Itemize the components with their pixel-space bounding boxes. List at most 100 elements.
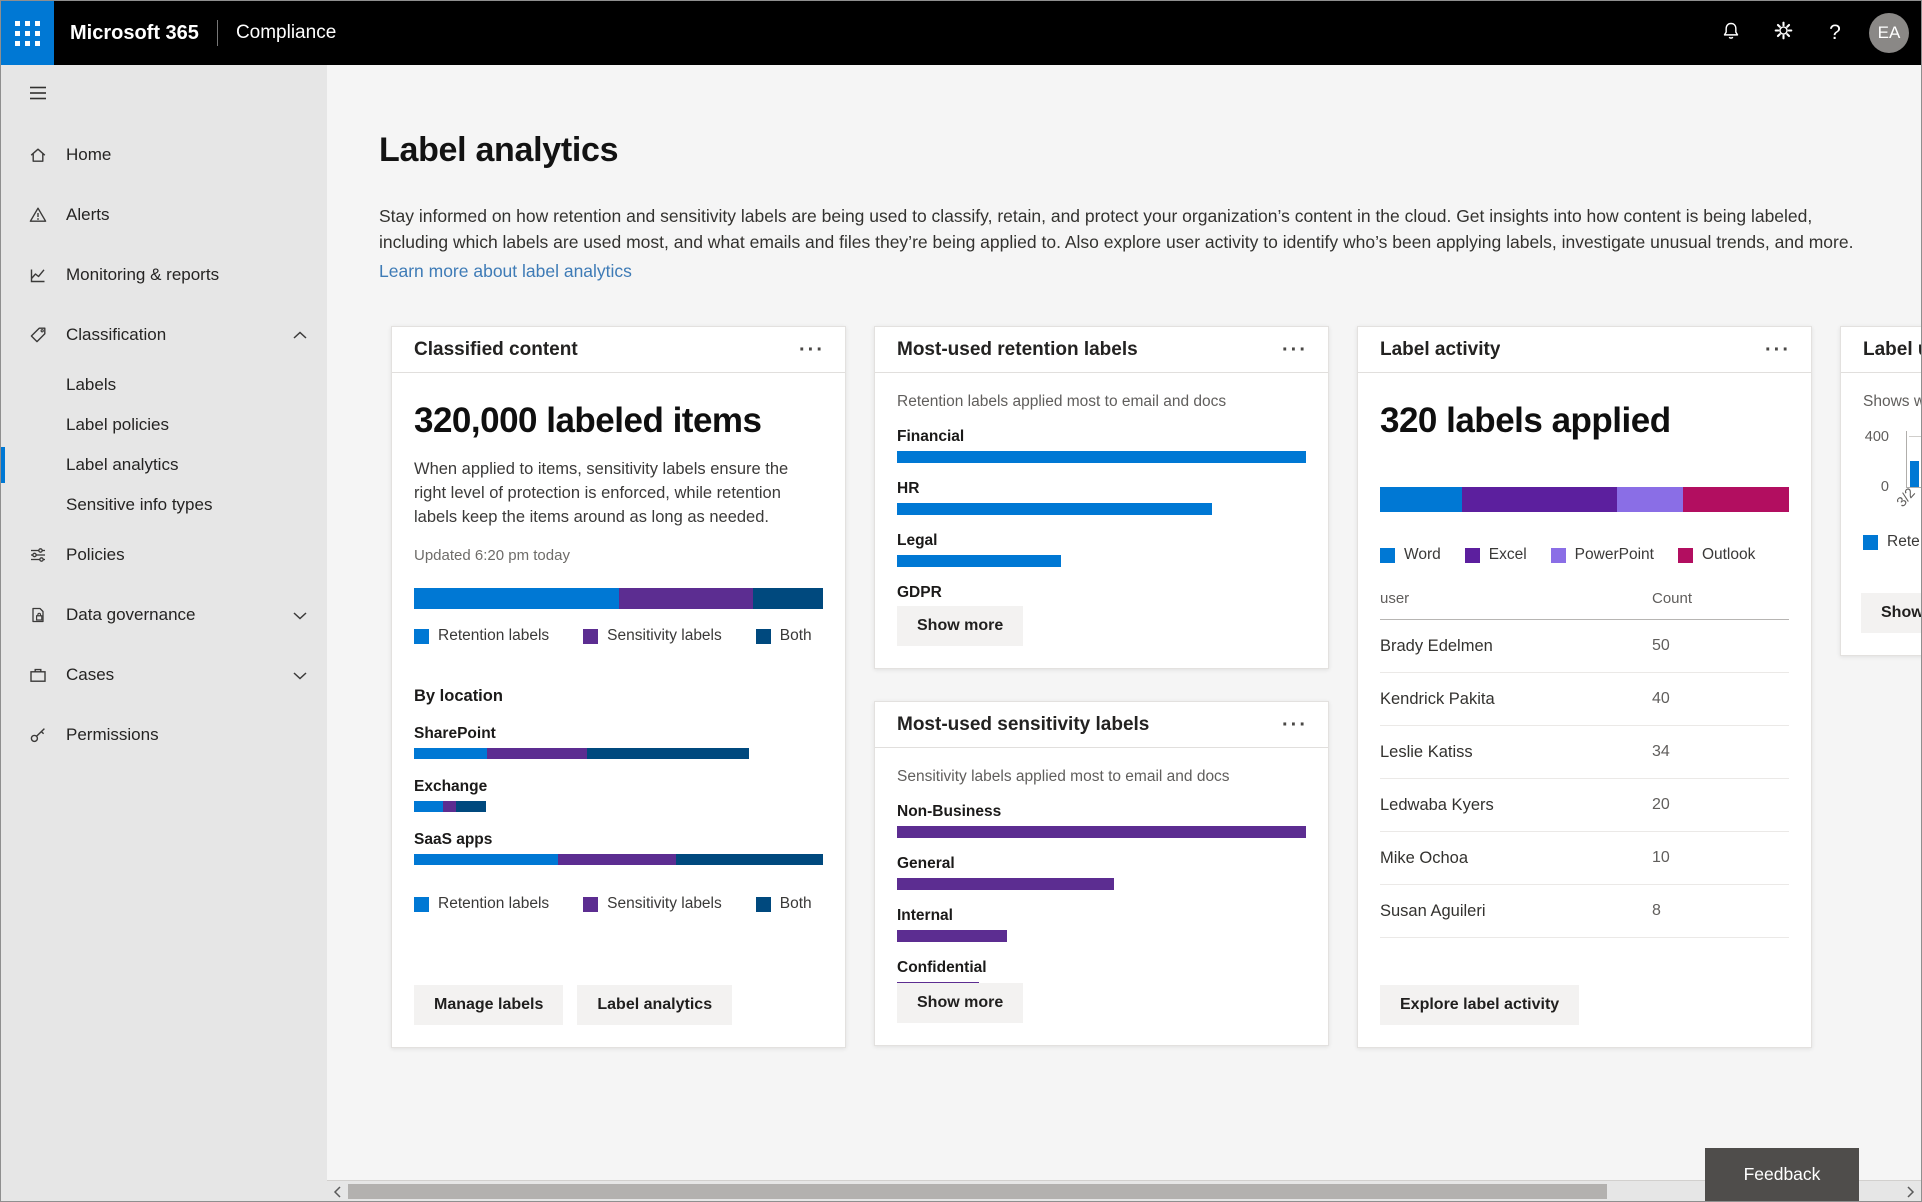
- app-launcher-button[interactable]: [1, 1, 54, 65]
- chevron-left-icon: [333, 1186, 342, 1198]
- both-segment: [753, 588, 823, 609]
- sidebar-item-home[interactable]: Home: [1, 125, 327, 185]
- user-name: Leslie Katiss: [1380, 743, 1652, 762]
- legal-bar: [897, 555, 1306, 567]
- label-analytics-button[interactable]: Label analytics: [577, 985, 732, 1025]
- table-header-row: user Count: [1380, 590, 1789, 620]
- feedback-button[interactable]: Feedback: [1705, 1148, 1859, 1201]
- sidebar-item-policies[interactable]: Policies: [1, 525, 327, 585]
- cards-column: Most-used retention labels ··· Retention…: [874, 326, 1329, 1046]
- sidebar-item-monitoring-reports[interactable]: Monitoring & reports: [1, 245, 327, 305]
- bar-label: Confidential: [897, 959, 1306, 977]
- both-segment: [456, 801, 486, 812]
- show-more-button[interactable]: Show: [1861, 593, 1921, 633]
- exchange-bar: [414, 801, 823, 812]
- label-count: 8: [1652, 902, 1789, 920]
- sidebar-item-label-policies[interactable]: Label policies: [1, 405, 327, 445]
- sidebar-item-classification[interactable]: Classification: [1, 305, 327, 365]
- sidebar-item-label: Home: [66, 145, 111, 165]
- sidebar-item-labels[interactable]: Labels: [1, 365, 327, 405]
- sidebar-item-cases[interactable]: Cases: [1, 645, 327, 705]
- legend: Rete: [1863, 533, 1921, 551]
- home-icon: [28, 145, 48, 165]
- labels-applied-headline: 320 labels applied: [1380, 401, 1789, 441]
- learn-more-link[interactable]: Learn more about label analytics: [379, 261, 632, 282]
- avatar-initials: EA: [1878, 23, 1901, 43]
- scroll-right-button[interactable]: [1901, 1181, 1919, 1202]
- account-avatar[interactable]: EA: [1869, 13, 1909, 53]
- legend-item: Outlook: [1678, 546, 1755, 564]
- retention-swatch: [414, 629, 429, 644]
- card-title: Classified content: [414, 339, 578, 361]
- most-used-retention-labels-card: Most-used retention labels ··· Retention…: [874, 326, 1329, 669]
- show-more-button[interactable]: Show more: [897, 606, 1023, 646]
- y-axis-min-label: 0: [1863, 479, 1889, 495]
- legend-label: PowerPoint: [1575, 546, 1654, 564]
- usage-bar: [1910, 461, 1919, 487]
- legend-label: Excel: [1489, 546, 1527, 564]
- sidebar-item-alerts[interactable]: Alerts: [1, 185, 327, 245]
- legend-label: Sensitivity labels: [607, 627, 722, 645]
- more-options-icon[interactable]: ···: [1761, 340, 1795, 360]
- more-options-icon[interactable]: ···: [1278, 340, 1312, 360]
- scroll-left-button[interactable]: [328, 1181, 346, 1202]
- help-icon: ?: [1829, 21, 1841, 45]
- sensitivity-swatch: [583, 897, 598, 912]
- legend-item: Sensitivity labels: [583, 895, 722, 913]
- card-header: Label us: [1841, 327, 1921, 373]
- legend-item: Rete: [1863, 533, 1920, 551]
- card-actions: Show more: [897, 983, 1023, 1023]
- manage-labels-button[interactable]: Manage labels: [414, 985, 563, 1025]
- sliders-icon: [28, 545, 48, 565]
- sidebar-collapse-button[interactable]: [1, 65, 327, 125]
- legend-item: Sensitivity labels: [583, 627, 722, 645]
- y-axis-max-label: 400: [1863, 429, 1889, 445]
- sidebar-item-data-governance[interactable]: Data governance: [1, 585, 327, 645]
- key-icon: [28, 725, 48, 745]
- saas-apps-bar: [414, 854, 823, 865]
- location-label: SharePoint: [414, 725, 823, 743]
- scrollbar-thumb[interactable]: [348, 1184, 1607, 1199]
- legend-label: Both: [780, 895, 812, 913]
- sidebar-item-label: Alerts: [66, 205, 109, 225]
- retention-swatch: [1863, 535, 1878, 550]
- sidebar-item-permissions[interactable]: Permissions: [1, 705, 327, 765]
- label-activity-card: Label activity ··· 320 labels applied Wo…: [1357, 326, 1812, 1048]
- more-options-icon[interactable]: ···: [795, 340, 829, 360]
- sidebar-item-label: Labels: [66, 375, 116, 395]
- retention-swatch: [414, 897, 429, 912]
- tag-icon: [28, 325, 48, 345]
- sidebar-item-sensitive-info-types[interactable]: Sensitive info types: [1, 485, 327, 525]
- hr-bar: [897, 503, 1306, 515]
- help-button[interactable]: ?: [1809, 1, 1861, 65]
- sensitivity-segment: [443, 801, 456, 812]
- label-count: 50: [1652, 637, 1789, 655]
- sensitivity-segment: [619, 588, 754, 609]
- legend-label: Word: [1404, 546, 1441, 564]
- general-bar: [897, 878, 1306, 890]
- settings-button[interactable]: [1757, 1, 1809, 65]
- legend: Word Excel PowerPoint Outlook: [1380, 546, 1789, 564]
- card-body: Shows wh 400 0 3/2 Rete: [1841, 393, 1921, 551]
- label-count: 20: [1652, 796, 1789, 814]
- card-subtitle: Retention labels applied most to email a…: [897, 393, 1306, 411]
- waffle-icon: [15, 21, 40, 46]
- location-label: Exchange: [414, 778, 823, 796]
- both-swatch: [756, 629, 771, 644]
- x-axis-tick-label: 3/2: [1893, 485, 1918, 510]
- notifications-button[interactable]: [1705, 1, 1757, 65]
- label-count: 10: [1652, 849, 1789, 867]
- legend-label: Retention labels: [438, 895, 549, 913]
- sidebar-item-label-analytics[interactable]: Label analytics: [1, 445, 327, 485]
- explore-label-activity-button[interactable]: Explore label activity: [1380, 985, 1579, 1025]
- cards-row: Classified content ··· 320,000 labeled i…: [391, 326, 1921, 1048]
- chevron-up-icon: [293, 325, 307, 345]
- legend: Retention labels Sensitivity labels Both: [414, 895, 823, 913]
- more-options-icon[interactable]: ···: [1278, 715, 1312, 735]
- show-more-button[interactable]: Show more: [897, 983, 1023, 1023]
- label-count: 34: [1652, 743, 1789, 761]
- card-actions: Show more: [897, 606, 1023, 646]
- bar-label: General: [897, 855, 1306, 873]
- sidebar-item-label: Permissions: [66, 725, 159, 745]
- brand-title: Microsoft 365: [70, 22, 199, 45]
